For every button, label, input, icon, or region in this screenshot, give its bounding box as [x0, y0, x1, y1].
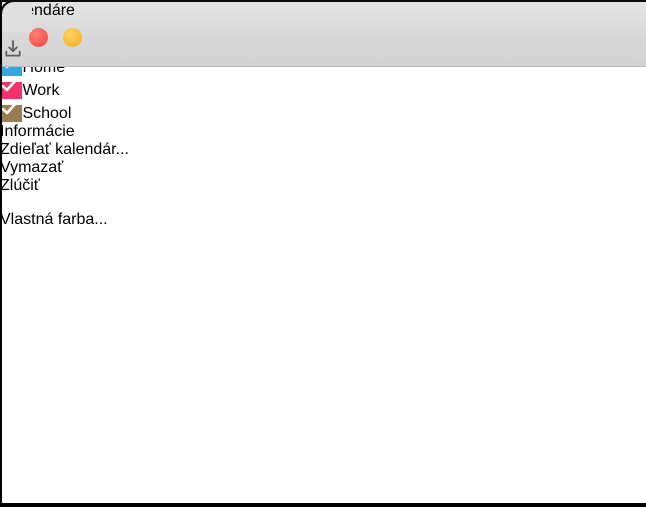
menu-item-custom-color[interactable]: Vlastná farba...: [0, 211, 646, 229]
menu-item-label: Zdieľať kalendár...: [0, 141, 129, 158]
window-bottom-edge: [0, 503, 646, 507]
sidebar-item-work[interactable]: Work: [0, 77, 646, 100]
download-icon: [2, 40, 24, 64]
menu-item-label: Vlastná farba...: [0, 211, 108, 228]
menu-item-share-calendar[interactable]: Zdieľať kalendár...: [0, 141, 646, 159]
sidebar-item-school[interactable]: School: [0, 100, 646, 123]
menu-item-merge[interactable]: Zlúčiť: [0, 177, 646, 195]
menu-item-info[interactable]: Informácie: [0, 123, 646, 141]
menu-item-delete[interactable]: Vymazať: [0, 159, 646, 177]
sidebar-item-label: School: [22, 105, 72, 122]
export-button[interactable]: [2, 38, 646, 65]
calendar-window: September 9:00 iCloud Home Work: [0, 0, 646, 507]
menu-item-label: Informácie: [0, 123, 75, 140]
calendar-context-menu: Informácie Zdieľať kalendár... Vymazať Z…: [0, 123, 646, 229]
add-calendar-button[interactable]: +: [2, 20, 646, 38]
calendars-button[interactable]: Kalendáre: [2, 2, 646, 20]
close-button[interactable]: [29, 28, 48, 47]
checkbox-school[interactable]: [0, 103, 23, 122]
checkbox-work[interactable]: [0, 80, 23, 99]
menu-item-label: Zlúčiť: [0, 177, 40, 194]
window-titlebar: Kalendáre +: [2, 2, 646, 67]
maximize-button[interactable]: [2, 28, 21, 47]
menu-item-label: Vymazať: [0, 159, 64, 176]
minimize-button[interactable]: [63, 28, 82, 47]
sidebar-item-label: Work: [22, 82, 60, 99]
